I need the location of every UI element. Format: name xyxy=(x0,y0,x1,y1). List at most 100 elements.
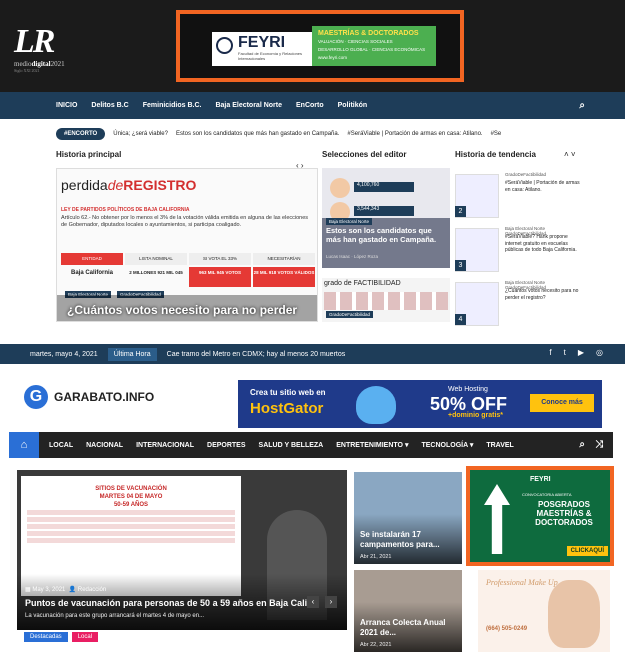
nav-item-feminicidios[interactable]: Feminicidios B.C. xyxy=(143,102,202,109)
ticker-item[interactable]: #SeráViable | Portación de armas en casa… xyxy=(347,131,482,137)
gator-mascot-icon xyxy=(356,386,396,424)
editor-pick-card[interactable]: 4,100,760 3,544,343 Baja Electoral Norte… xyxy=(322,168,450,268)
card-title[interactable]: Se instalarán 17 campamentos para... xyxy=(360,530,456,550)
social-icons: f t ▶ ◎ xyxy=(549,348,603,357)
instagram-icon[interactable]: ◎ xyxy=(596,348,603,357)
trending-title[interactable]: ¿Cuántos votos necesito para no perder e… xyxy=(505,288,585,301)
search-icon[interactable]: ⌕ xyxy=(579,100,585,111)
site1-logo[interactable]: LR mediodigital2021 Siglo XXI 2021 xyxy=(14,23,65,74)
editor-pick-meta: Lucas Isaac · López Roza xyxy=(326,254,379,259)
category-tag[interactable]: GradoDeFactibilidad xyxy=(326,311,374,318)
card-date: Abr 22, 2021 xyxy=(360,642,392,648)
featured-tags: Destacadas Local xyxy=(24,632,99,642)
tag-local[interactable]: Local xyxy=(71,632,99,642)
hg-line-a: Crea tu sitio web en xyxy=(250,388,326,397)
model-photo xyxy=(548,580,600,648)
votes-table: ENTIDAD LISTA NOMINAL SI VOTA EL 33% NEC… xyxy=(61,253,315,293)
logo-mark: LR xyxy=(14,23,55,60)
table-row xyxy=(27,510,235,515)
trending-title[interactable]: #SeráViable? Hank propone internet gratu… xyxy=(505,234,585,254)
youtube-icon[interactable]: ▶ xyxy=(578,348,584,357)
prev-arrow-icon[interactable]: ‹ xyxy=(307,596,319,608)
table-header: LISTA NOMINAL xyxy=(125,253,187,265)
logo-sub-c: 2021 xyxy=(50,60,65,68)
editor-pick-title[interactable]: Estos son los candidatos que más han gas… xyxy=(326,226,446,244)
feyri-convocatoria: CONVOCATORIA ABIERTA xyxy=(522,492,572,497)
breaking-headline[interactable]: Cae tramo del Metro en CDMX; hay al meno… xyxy=(167,351,346,358)
section-title-editor: Selecciones del editor xyxy=(322,150,407,159)
nav-item-internacional[interactable]: INTERNACIONAL xyxy=(136,442,194,449)
trend-arrows-icon[interactable]: ˄ ˅ xyxy=(564,150,576,159)
card-title[interactable]: Arranca Colecta Anual 2021 de... xyxy=(360,618,456,638)
nav-item-encorto[interactable]: EnCorto xyxy=(296,102,324,109)
search-icon[interactable]: ⌕ xyxy=(579,439,585,450)
makeup-title: Professional Make Up xyxy=(486,578,558,587)
nav-item-salud[interactable]: SALUD Y BELLEZA xyxy=(259,442,324,449)
table-header: SI VOTA EL 33% xyxy=(189,253,251,265)
trending-item[interactable]: 4 Baja Electoral Norte GradoDeFactibilid… xyxy=(455,276,585,330)
shuffle-icon[interactable]: ⤨ xyxy=(595,439,603,450)
nav-item-inicio[interactable]: INICIO xyxy=(56,102,77,109)
site1-nav: INICIO Delitos B.C Feminicidios B.C. Baj… xyxy=(0,92,625,119)
nav-item-tecnologia[interactable]: TECNOLOGÍA ▾ xyxy=(421,441,473,449)
ticker-item[interactable]: #Se xyxy=(491,131,502,137)
grado-chart-image xyxy=(324,292,448,310)
grado-title: grado de FACTIBILIDAD xyxy=(324,280,401,287)
up-arrow-icon xyxy=(484,484,510,554)
feyri-click-button[interactable]: CLICKAQUÍ xyxy=(566,546,608,556)
category-tag[interactable]: Baja Electoral Norte xyxy=(326,218,373,225)
hg-cta-button[interactable]: Conoce más xyxy=(530,394,594,412)
breaking-label: Última Hora xyxy=(107,347,157,361)
hostgator-ad[interactable]: Crea tu sitio web en HostGator Web Hosti… xyxy=(238,380,602,428)
ticker-item[interactable]: Única; ¿será viable? xyxy=(113,131,168,137)
next-arrow-icon[interactable]: › xyxy=(325,596,337,608)
hg-domain: +dominio gratis* xyxy=(448,412,504,419)
tag-destacadas[interactable]: Destacadas xyxy=(24,632,68,642)
nav-item-entretenimiento[interactable]: ENTRETENIMIENTO ▾ xyxy=(336,441,408,449)
story-card-colecta[interactable]: Arranca Colecta Anual 2021 de... Abr 22,… xyxy=(354,570,462,652)
nav-item-politikon[interactable]: Politikón xyxy=(338,102,368,109)
article-text: Artículo 62.- No obtener por lo menos el… xyxy=(61,215,309,228)
featured-author: Redacción xyxy=(77,587,107,593)
feyri-sidebar-ad[interactable]: FEYRI CONVOCATORIA ABIERTA POSGRADOS MAE… xyxy=(466,466,614,566)
nav-item-deportes[interactable]: DEPORTES xyxy=(207,442,246,449)
candidate-photo xyxy=(330,178,350,198)
story-card-campamentos[interactable]: Se instalarán 17 campamentos para... Abr… xyxy=(354,472,462,564)
main-story-headline[interactable]: ¿Cuántos votos necesito para no perder xyxy=(67,303,297,317)
nav-item-local[interactable]: LOCAL xyxy=(49,442,73,449)
feyri-line1: VALUACIÓN · CIENCIAS SOCIALES xyxy=(318,39,393,44)
trending-item[interactable]: 2 GradoDeFactibilidad #SeráViable | Port… xyxy=(455,168,585,222)
main-story-card[interactable]: perdidadeREGISTRO LEY DE PARTIDOS POLÍTI… xyxy=(56,168,318,322)
garabato-logo[interactable]: G GARABATO.INFO xyxy=(24,385,154,409)
makeup-ad[interactable]: Professional Make Up (664) 505-0249 xyxy=(478,570,610,652)
screen-subtitle: MARTES 04 DE MAYO xyxy=(99,494,163,500)
feyri-brand: FEYRI xyxy=(530,476,551,483)
featured-story[interactable]: SITIOS DE VACUNACIÓN MARTES 04 DE MAYO 5… xyxy=(17,470,347,630)
hg-line-c: Web Hosting xyxy=(448,386,488,393)
home-icon[interactable]: ⌂ xyxy=(9,432,39,458)
trending-list: 2 GradoDeFactibilidad #SeráViable | Port… xyxy=(455,168,585,330)
nav-item-delitos[interactable]: Delitos B.C xyxy=(91,102,128,109)
spend-figure: 4,100,760 xyxy=(354,182,414,192)
facebook-icon[interactable]: f xyxy=(549,348,551,357)
spend-figure: 3,544,343 xyxy=(354,206,414,216)
featured-title[interactable]: Puntos de vacunación para personas de 50… xyxy=(25,598,315,608)
feyri-banner-ad[interactable]: FEYRI Facultad de Economía y Relaciones … xyxy=(176,10,464,82)
logo-g-icon: G xyxy=(24,385,48,409)
table-row xyxy=(27,517,235,522)
logo-sub-b: digital xyxy=(31,60,51,68)
nav-item-baja-electoral[interactable]: Baja Electoral Norte xyxy=(215,102,282,109)
trending-item[interactable]: 3 Baja Electoral Norte GradoDeFactibilid… xyxy=(455,222,585,276)
ticker-item[interactable]: Estos son los candidatos que más han gas… xyxy=(176,131,339,137)
nav-item-nacional[interactable]: NACIONAL xyxy=(86,442,123,449)
title-c: REGISTRO xyxy=(123,177,197,193)
card-date: Abr 21, 2021 xyxy=(360,554,392,560)
nav-item-travel[interactable]: TRAVEL xyxy=(486,442,513,449)
grado-factibilidad-card[interactable]: grado de FACTIBILIDAD GradoDeFactibilida… xyxy=(322,278,450,322)
twitter-icon[interactable]: t xyxy=(564,348,566,357)
logo-name: GARABATO.INFO xyxy=(54,390,155,404)
feyri-site: www.feyri.com xyxy=(318,55,348,60)
table-cell: 963 MIL 945 VOTOS xyxy=(189,267,251,287)
trending-title[interactable]: #SeráViable | Portación de armas en casa… xyxy=(505,180,585,193)
feyri-brand-sub: Facultad de Economía y Relaciones Intern… xyxy=(238,51,303,61)
